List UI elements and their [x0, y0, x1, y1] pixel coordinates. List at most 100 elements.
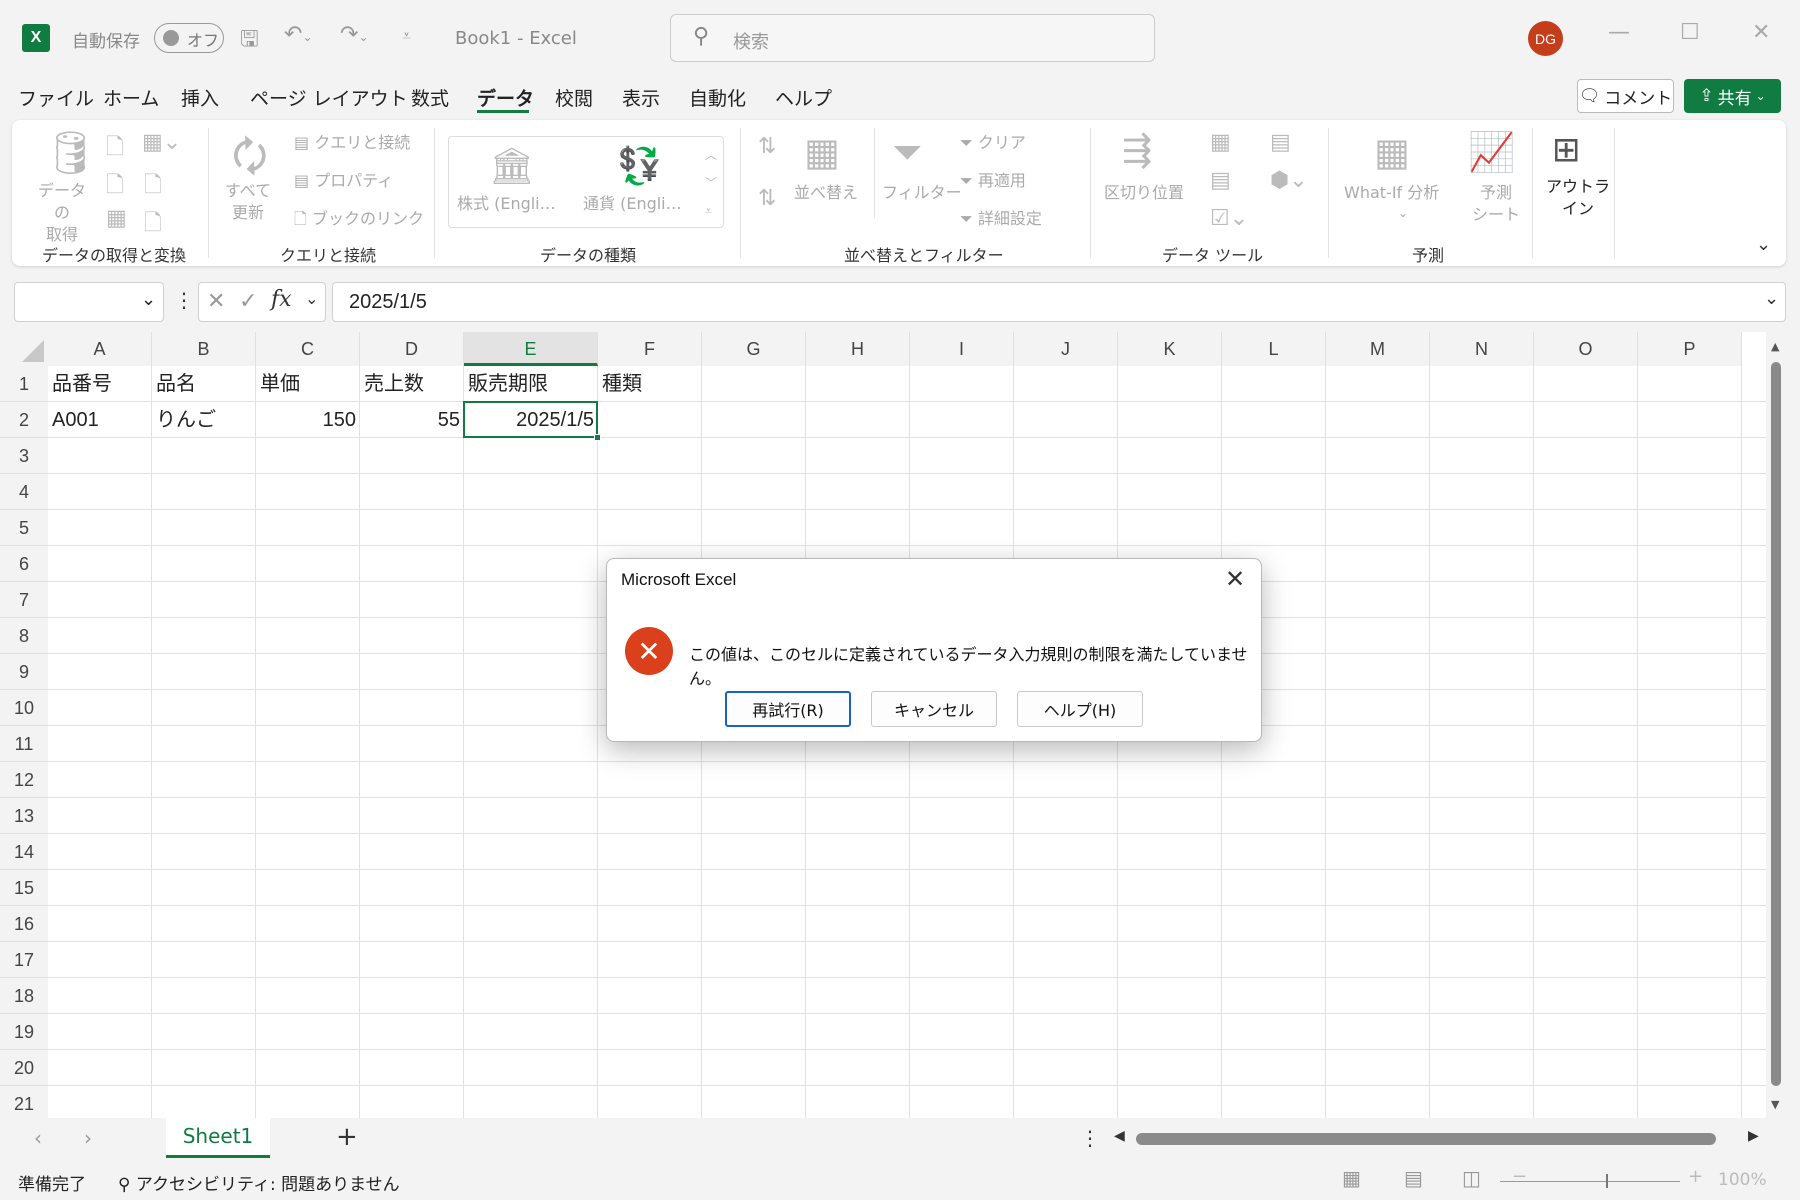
zoom-in-icon[interactable]: +	[1688, 1166, 1703, 1187]
horizontal-scroll-thumb[interactable]	[1136, 1133, 1716, 1145]
from-web-icon[interactable]: 🗋	[106, 168, 124, 206]
refresh-all-button[interactable]: すべて 更新	[220, 180, 276, 224]
tab-review[interactable]: 校閲	[555, 84, 593, 111]
cell-e1[interactable]: 販売期限	[464, 366, 598, 402]
row-header-15[interactable]: 15	[0, 870, 48, 906]
zoom-slider-track[interactable]	[1500, 1181, 1680, 1182]
row-header-21[interactable]: 21	[0, 1086, 48, 1118]
normal-view-icon[interactable]: ▦	[1342, 1166, 1361, 1190]
more-options-icon[interactable]: ⋮	[1080, 1126, 1100, 1150]
column-header-f[interactable]: F	[598, 332, 702, 366]
row-header-11[interactable]: 11	[0, 726, 48, 762]
forecast-sheet-button[interactable]: 予測 シート	[1472, 182, 1520, 226]
row-header-18[interactable]: 18	[0, 978, 48, 1014]
scroll-down-icon[interactable]: ▼	[1771, 1098, 1779, 1111]
share-button[interactable]: ⇪ 共有 ⌄	[1684, 79, 1781, 113]
enter-entry-icon[interactable]: ✓	[239, 289, 257, 314]
column-header-h[interactable]: H	[806, 332, 910, 366]
column-header-j[interactable]: J	[1014, 332, 1118, 366]
tab-home[interactable]: ホーム	[103, 84, 159, 111]
cell-f1[interactable]: 種類	[598, 366, 702, 402]
row-header-16[interactable]: 16	[0, 906, 48, 942]
search-box[interactable]: ⚲ 検索	[670, 14, 1155, 62]
page-layout-view-icon[interactable]: ▤	[1404, 1166, 1423, 1190]
cancel-entry-icon[interactable]: ✕	[207, 289, 225, 314]
user-avatar[interactable]: DG	[1528, 21, 1563, 56]
more-options-icon[interactable]: ⋮	[174, 288, 194, 312]
row-header-3[interactable]: 3	[0, 438, 48, 474]
scroll-up-icon[interactable]: ▲	[1771, 340, 1779, 353]
remove-duplicates-icon[interactable]: ▤	[1210, 168, 1231, 193]
sort-descending-icon[interactable]: ⇅	[758, 186, 776, 211]
vertical-scroll-thumb[interactable]	[1771, 362, 1781, 1086]
filter-button[interactable]: フィルター	[882, 182, 962, 204]
recent-sources-icon[interactable]: ▦⌄	[142, 130, 181, 155]
cell-b1[interactable]: 品名	[152, 366, 256, 402]
column-header-d[interactable]: D	[360, 332, 464, 366]
tab-page-layout[interactable]: ページ レイアウト	[250, 84, 408, 111]
close-window-icon[interactable]: ✕	[1752, 20, 1770, 45]
column-header-l[interactable]: L	[1222, 332, 1326, 366]
autosave-toggle[interactable]: オフ	[154, 23, 224, 53]
row-header-14[interactable]: 14	[0, 834, 48, 870]
tab-insert[interactable]: 挿入	[181, 84, 219, 111]
row-header-5[interactable]: 5	[0, 510, 48, 546]
sort-button[interactable]: 並べ替え	[794, 182, 858, 204]
insert-function-icon[interactable]: fx	[271, 287, 292, 312]
reapply-button[interactable]: ⏷ 再適用	[960, 170, 1026, 192]
formula-input[interactable]: 2025/1/5	[332, 282, 1786, 322]
row-header-1[interactable]: 1	[0, 366, 48, 402]
select-all-corner[interactable]	[0, 332, 48, 366]
row-header-7[interactable]: 7	[0, 582, 48, 618]
save-icon[interactable]: 🖫	[240, 22, 259, 60]
consolidate-icon[interactable]: ▤	[1270, 130, 1291, 155]
fill-handle[interactable]	[594, 434, 601, 441]
comment-button[interactable]: 🗨 コメント	[1577, 79, 1674, 113]
prev-sheet-icon[interactable]: ‹	[34, 1126, 42, 1150]
row-header-12[interactable]: 12	[0, 762, 48, 798]
minimize-icon[interactable]: —	[1608, 20, 1630, 45]
tab-help[interactable]: ヘルプ	[775, 84, 832, 111]
column-header-g[interactable]: G	[702, 332, 806, 366]
column-header-e[interactable]: E	[464, 332, 598, 366]
row-header-2[interactable]: 2	[0, 402, 48, 438]
properties-button[interactable]: ▤ プロパティ	[294, 170, 393, 192]
retry-button[interactable]: 再試行(R)	[725, 691, 851, 727]
flash-fill-icon[interactable]: ▦	[1210, 130, 1231, 155]
cell-b2[interactable]: りんご	[152, 402, 256, 438]
zoom-slider-thumb[interactable]	[1606, 1174, 1608, 1188]
cell-a1[interactable]: 品番号	[48, 366, 152, 402]
row-header-9[interactable]: 9	[0, 654, 48, 690]
get-data-button[interactable]: データの 取得	[34, 180, 90, 246]
row-header-19[interactable]: 19	[0, 1014, 48, 1050]
cell-c2[interactable]: 150	[256, 402, 360, 438]
undo-icon[interactable]: ↶⌄	[284, 22, 313, 47]
zoom-level[interactable]: 100%	[1718, 1170, 1767, 1190]
column-header-m[interactable]: M	[1326, 332, 1430, 366]
column-header-p[interactable]: P	[1638, 332, 1742, 366]
next-sheet-icon[interactable]: ›	[84, 1126, 92, 1150]
data-model-icon[interactable]: ⬢⌄	[1270, 168, 1308, 193]
from-picture-icon[interactable]: 🗋	[144, 206, 162, 244]
row-header-4[interactable]: 4	[0, 474, 48, 510]
queries-connections-button[interactable]: ▤ クエリと接続	[294, 132, 410, 154]
cell-c1[interactable]: 単価	[256, 366, 360, 402]
stocks-button[interactable]: 株式 (Engli…	[457, 193, 556, 215]
text-to-columns-button[interactable]: 区切り位置	[1104, 182, 1184, 204]
maximize-icon[interactable]: ☐	[1680, 20, 1700, 45]
cancel-button[interactable]: キャンセル	[871, 691, 997, 727]
outline-button[interactable]: アウトラ イン	[1546, 176, 1610, 220]
sheet-tab-sheet1[interactable]: Sheet1	[166, 1118, 270, 1158]
tab-automate[interactable]: 自動化	[689, 84, 746, 111]
column-header-k[interactable]: K	[1118, 332, 1222, 366]
from-text-icon[interactable]: 🗋	[106, 130, 124, 168]
dialog-close-icon[interactable]: ✕	[1225, 565, 1245, 593]
row-header-6[interactable]: 6	[0, 546, 48, 582]
tab-view[interactable]: 表示	[622, 84, 660, 111]
vertical-scrollbar[interactable]: ▲ ▼	[1766, 332, 1786, 1118]
advanced-button[interactable]: ⏷ 詳細設定	[960, 208, 1042, 230]
help-button[interactable]: ヘルプ(H)	[1017, 691, 1143, 727]
cell-d2[interactable]: 55	[360, 402, 464, 438]
gallery-scroll-icon[interactable]: ︿ ﹀ ⩡	[705, 141, 717, 225]
clear-button[interactable]: ⏷ クリア	[960, 132, 1026, 154]
